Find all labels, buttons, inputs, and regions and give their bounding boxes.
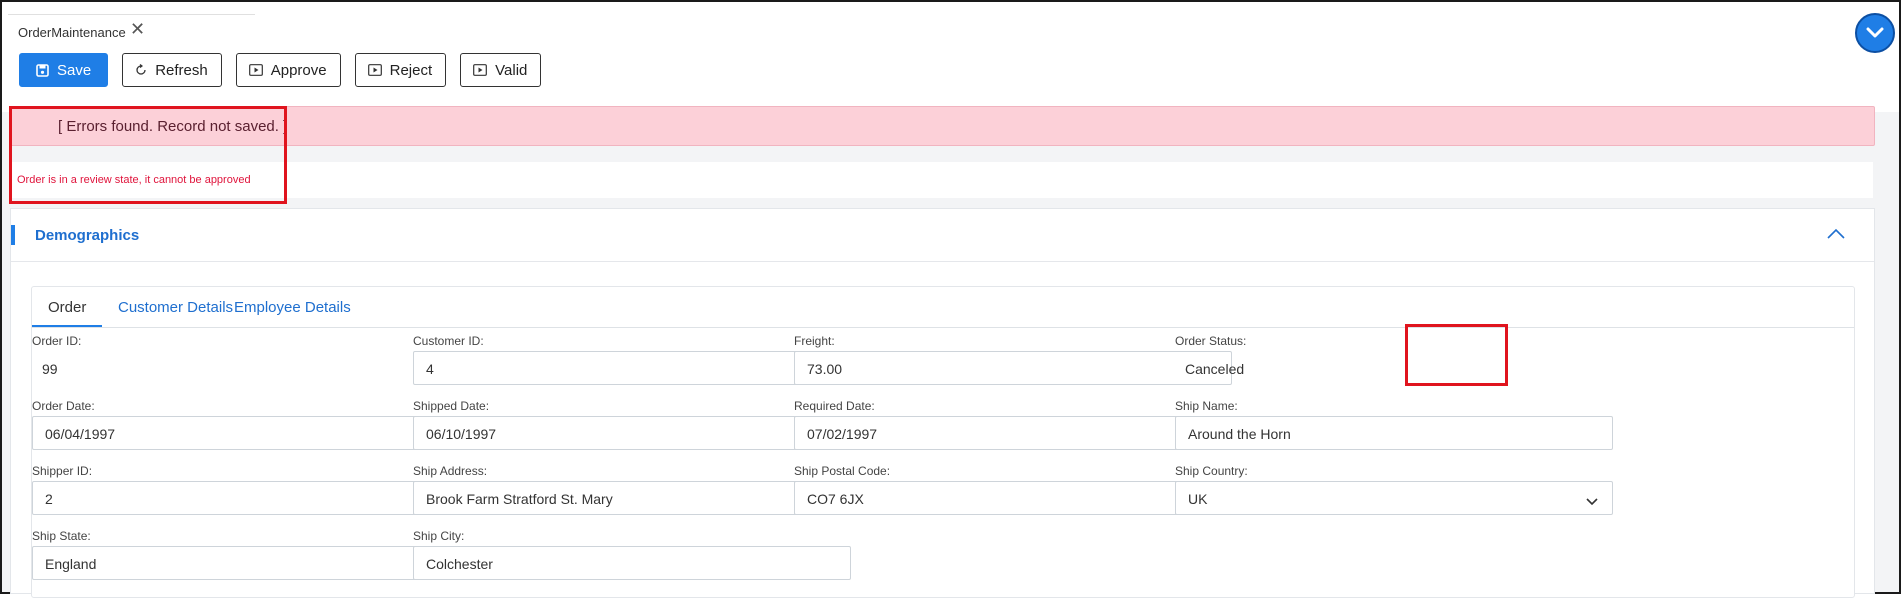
- save-icon: [36, 63, 49, 77]
- freight-value: 73.00: [807, 361, 843, 377]
- toolbar: Save Refresh Approve Reject Valid: [19, 53, 542, 87]
- order-date-label: Order Date:: [32, 399, 95, 413]
- refresh-button-label: Refresh: [155, 61, 208, 79]
- tab-title: OrderMaintenance: [18, 25, 126, 40]
- shipper-id-value: 2: [45, 491, 53, 507]
- freight-input[interactable]: 73.00: [794, 351, 1232, 385]
- collapse-panel-button[interactable]: [1855, 13, 1895, 53]
- required-date-input[interactable]: 07/02/1997: [794, 416, 1232, 450]
- valid-button[interactable]: Valid: [460, 53, 542, 87]
- freight-label: Freight:: [794, 334, 835, 348]
- chevron-down-icon: [1866, 27, 1884, 38]
- order-date-value: 06/04/1997: [45, 426, 116, 442]
- play-icon: [248, 64, 263, 76]
- ship-city-label: Ship City:: [413, 529, 465, 543]
- ship-postal-code-input[interactable]: CO7 6JX: [794, 481, 1232, 515]
- shipper-id-input[interactable]: 2: [32, 481, 470, 515]
- active-tab-indicator: [32, 325, 102, 327]
- order-id-value: 99: [42, 361, 58, 377]
- order-status-highlight-box: [1405, 324, 1508, 386]
- ship-name-value: Around the Horn: [1188, 426, 1291, 442]
- shipper-id-label: Shipper ID:: [32, 464, 93, 478]
- reject-button-label: Reject: [389, 61, 433, 79]
- ship-state-value: England: [45, 556, 97, 572]
- ship-country-label: Ship Country:: [1175, 464, 1248, 478]
- ship-address-input[interactable]: Brook Farm Stratford St. Mary: [413, 481, 851, 515]
- ship-name-input[interactable]: Around the Horn: [1175, 416, 1613, 450]
- ship-address-value: Brook Farm Stratford St. Mary: [426, 491, 613, 507]
- chevron-down-icon: [1586, 493, 1598, 509]
- ship-name-label: Ship Name:: [1175, 399, 1238, 413]
- ship-state-label: Ship State:: [32, 529, 91, 543]
- refresh-icon: [135, 64, 147, 76]
- customer-id-label: Customer ID:: [413, 334, 484, 348]
- order-status-label: Order Status:: [1175, 334, 1247, 348]
- tab-bar: Order Customer Details Employee Details: [32, 287, 1854, 328]
- order-date-input[interactable]: 06/04/1997: [32, 416, 470, 450]
- order-id-label: Order ID:: [32, 334, 82, 348]
- section-accent: [11, 225, 15, 245]
- approve-button[interactable]: Approve: [235, 53, 341, 87]
- save-button-label: Save: [57, 61, 92, 79]
- error-highlight-box: [9, 106, 287, 204]
- tab-employee-details[interactable]: Employee Details: [234, 299, 351, 316]
- shipped-date-value: 06/10/1997: [426, 426, 497, 442]
- top-bar: OrderMaintenance ✕ Save Refresh Approve …: [2, 2, 1899, 112]
- approve-button-label: Approve: [270, 61, 327, 79]
- order-status-value: Canceled: [1185, 361, 1245, 377]
- customer-id-input[interactable]: 4: [413, 351, 851, 385]
- ship-postal-code-label: Ship Postal Code:: [794, 464, 891, 478]
- tab-order[interactable]: Order: [48, 299, 86, 316]
- ship-city-value: Colchester: [426, 556, 493, 572]
- ship-state-select[interactable]: England: [32, 546, 470, 580]
- shipped-date-label: Shipped Date:: [413, 399, 490, 413]
- valid-button-label: Valid: [495, 61, 528, 79]
- required-date-label: Required Date:: [794, 399, 875, 413]
- ship-postal-code-value: CO7 6JX: [807, 491, 864, 507]
- section-title: Demographics: [35, 227, 140, 244]
- document-tab[interactable]: OrderMaintenance ✕: [8, 14, 255, 45]
- reject-button[interactable]: Reject: [354, 53, 447, 87]
- play-icon: [367, 64, 382, 76]
- required-date-value: 07/02/1997: [807, 426, 878, 442]
- tab-customer-details[interactable]: Customer Details: [118, 299, 233, 316]
- section-header[interactable]: Demographics: [11, 209, 1874, 262]
- error-banner: [ Errors found. Record not saved. ]: [10, 106, 1875, 146]
- error-message-area: Order is in a review state, it cannot be…: [10, 162, 1873, 198]
- app-window: OrderMaintenance ✕ Save Refresh Approve …: [0, 0, 1901, 598]
- ship-city-input[interactable]: Colchester: [413, 546, 851, 580]
- order-card: Order Customer Details Employee Details …: [31, 286, 1855, 598]
- refresh-button[interactable]: Refresh: [122, 53, 222, 87]
- chevron-up-icon[interactable]: [1826, 227, 1846, 245]
- shipped-date-input[interactable]: 06/10/1997: [413, 416, 851, 450]
- ship-country-value: UK: [1188, 491, 1208, 507]
- demographics-section: Demographics Order Customer Details Empl…: [10, 208, 1875, 598]
- customer-id-value: 4: [426, 361, 434, 377]
- ship-country-select[interactable]: UK: [1175, 481, 1613, 515]
- ship-address-label: Ship Address:: [413, 464, 488, 478]
- play-icon: [473, 64, 488, 76]
- close-icon[interactable]: ✕: [130, 19, 145, 40]
- save-button[interactable]: Save: [19, 53, 109, 87]
